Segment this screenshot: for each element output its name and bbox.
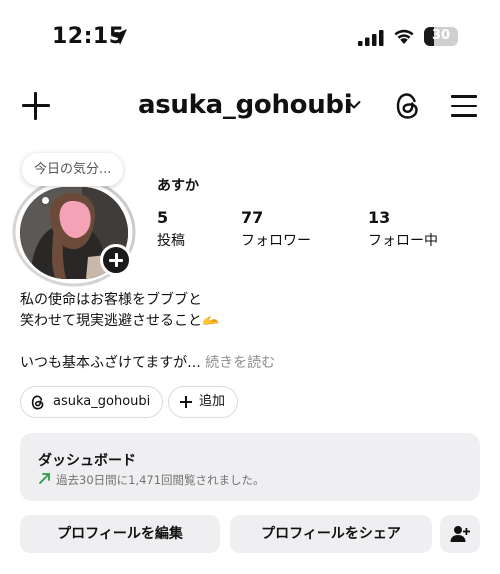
status-bar: 12:15 30	[0, 0, 500, 70]
plus-icon[interactable]	[22, 92, 50, 120]
note-bubble-tail	[42, 197, 49, 204]
professional-dashboard[interactable]: ダッシュボード 過去30日間に1,471回閲覧されました。	[20, 433, 480, 501]
bio-line: 私の使命はお客様をブブブと	[20, 292, 202, 308]
following-label: フォロー中	[368, 233, 438, 249]
following-count: 13	[368, 208, 391, 227]
battery-level: 30	[431, 28, 451, 43]
add-link-chip[interactable]: 追加	[168, 386, 239, 418]
chevron-down-icon[interactable]	[347, 100, 361, 110]
cellular-signal-icon	[358, 30, 384, 46]
profile-header: asuka_gohoubi	[0, 82, 500, 132]
location-arrow-icon	[111, 29, 127, 45]
threads-profile-chip[interactable]: asuka_gohoubi	[20, 386, 164, 418]
followers-label: フォロワー	[241, 233, 311, 249]
trend-up-icon	[39, 473, 50, 484]
posts-stat[interactable]: 5 投稿	[157, 208, 185, 250]
dashboard-views-summary: 過去30日間に1,471回閲覧されました。	[56, 473, 265, 487]
followers-count: 77	[241, 208, 264, 227]
threads-icon[interactable]	[395, 92, 421, 120]
bio-truncated-text: いつも基本ふざけてますが...	[20, 355, 201, 371]
following-stat[interactable]: 13 フォロー中	[368, 208, 438, 250]
plus-icon	[180, 396, 192, 408]
read-more-link[interactable]: 続きを読む	[205, 355, 275, 371]
followers-stat[interactable]: 77 フォロワー	[241, 208, 311, 250]
username-switcher[interactable]: asuka_gohoubi	[138, 90, 353, 120]
threads-chip-label: asuka_gohoubi	[53, 394, 151, 409]
threads-icon	[31, 395, 44, 410]
share-profile-button[interactable]: プロフィールをシェア	[230, 515, 432, 553]
add-chip-label: 追加	[199, 394, 226, 409]
edit-profile-button[interactable]: プロフィールを編集	[20, 515, 220, 553]
bio-line: 笑わせて現実逃避させること🫴	[20, 313, 220, 329]
display-name: あすか	[157, 178, 199, 194]
posts-count: 5	[157, 208, 169, 227]
discover-people-button[interactable]	[440, 515, 480, 553]
bio-more-line: いつも基本ふざけてますが... 続きを読む	[20, 353, 480, 374]
wifi-icon	[394, 29, 414, 44]
posts-label: 投稿	[157, 233, 185, 249]
hamburger-menu-icon[interactable]	[451, 95, 477, 117]
add-story-button[interactable]	[100, 244, 132, 276]
add-person-icon	[450, 526, 470, 542]
note-bubble[interactable]: 今日の気分...	[22, 153, 124, 186]
bio: 私の使命はお客様をブブブと 笑わせて現実逃避させること🫴 いつも基本ふざけてます…	[20, 290, 480, 374]
battery-indicator: 30	[424, 27, 458, 46]
dashboard-title: ダッシュボード	[38, 453, 136, 469]
